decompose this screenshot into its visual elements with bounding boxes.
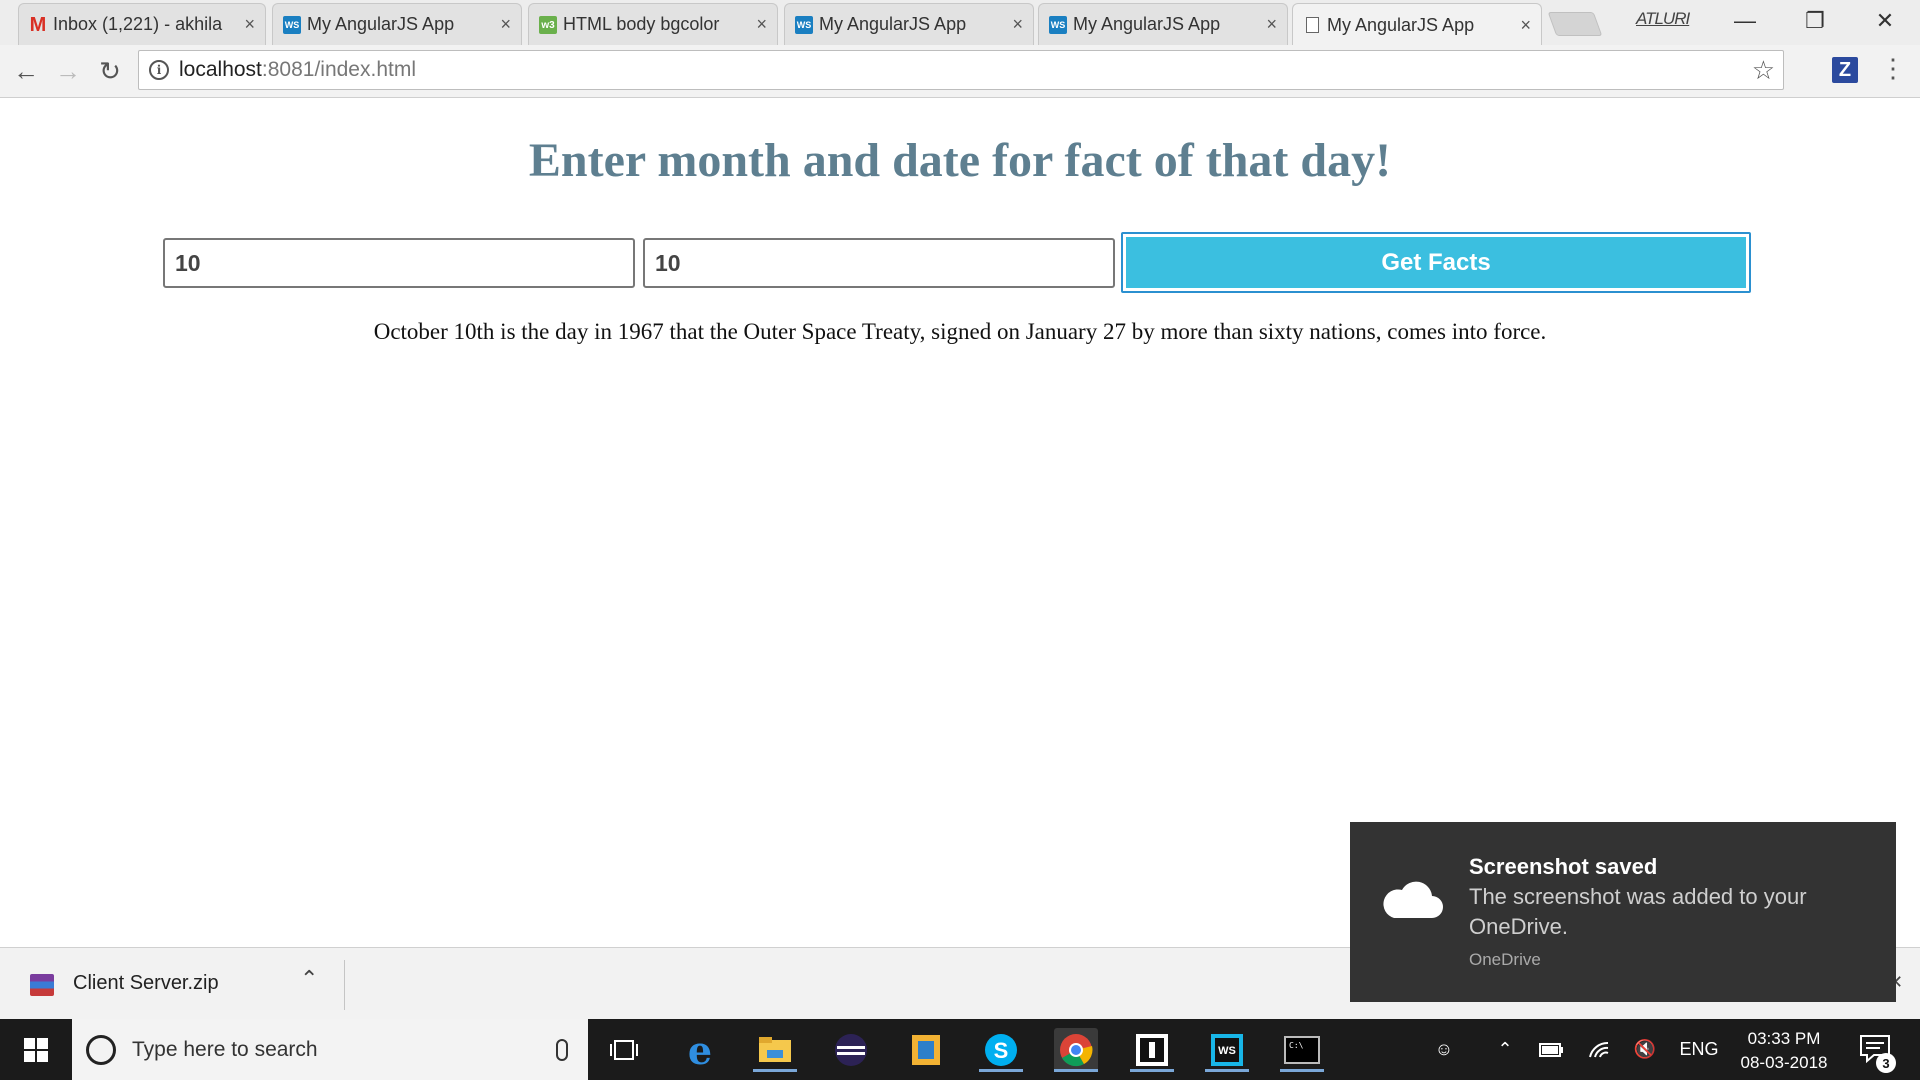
taskbar: Type here to search e S WS C:\ ☺ ⌃ 🔇 ENG… [0,1019,1920,1080]
fact-text: October 10th is the day in 1967 that the… [373,319,1547,344]
task-view-icon[interactable] [602,1028,646,1072]
restore-icon[interactable]: ❐ [1780,0,1850,42]
url-host: localhost [179,58,262,81]
url-path: :8081/index.html [261,58,416,81]
close-icon[interactable]: × [1520,15,1531,36]
intellij-icon[interactable] [1130,1028,1174,1072]
webstorm-icon[interactable]: WS [1205,1028,1249,1072]
skype-icon[interactable]: S [979,1028,1023,1072]
month-input[interactable] [163,238,635,288]
reload-icon[interactable]: ↻ [92,53,128,89]
cloud-icon [1383,881,1443,918]
tab-html-bgcolor[interactable]: w3 HTML body bgcolor × [528,3,778,45]
tab-title: My AngularJS App [307,14,455,34]
new-tab-button[interactable] [1547,12,1603,36]
notification-count-badge: 3 [1876,1053,1896,1073]
winrar-archive-icon [30,974,54,996]
webstorm-icon: WS [283,16,301,34]
close-icon[interactable]: × [500,14,511,35]
cortana-icon [86,1034,116,1065]
address-bar[interactable]: i localhost:8081/index.html ☆ [138,50,1784,90]
window-close-icon[interactable]: ✕ [1850,0,1920,42]
taskbar-search[interactable]: Type here to search [72,1019,588,1080]
system-clock[interactable]: 03:33 PM 08-03-2018 [1724,1027,1844,1075]
windows-icon [24,1037,48,1062]
onedrive-toast[interactable]: Screenshot saved The screenshot was adde… [1350,822,1896,1002]
profile-name[interactable]: ATLURI [1636,9,1690,29]
menu-dots-icon[interactable]: ⋮ [1880,55,1906,81]
eclipse-icon[interactable] [829,1028,873,1072]
minimize-icon[interactable]: — [1710,0,1780,42]
chevron-up-icon[interactable]: ⌃ [300,966,318,992]
file-explorer-icon[interactable] [753,1028,797,1072]
svg-text:WS: WS [1218,1045,1236,1057]
running-indicator [1205,1069,1249,1072]
gmail-icon: M [29,13,47,36]
svg-text:C:\: C:\ [1289,1041,1304,1050]
tab-angular-active[interactable]: My AngularJS App × [1292,3,1542,46]
close-icon[interactable]: × [1266,14,1277,35]
w3schools-icon: w3 [539,16,557,34]
search-placeholder: Type here to search [132,1037,318,1061]
chrome-icon[interactable] [1054,1028,1098,1072]
start-button[interactable] [0,1019,72,1080]
date-input[interactable] [643,238,1115,288]
toast-body: The screenshot was added to your OneDriv… [1469,884,1807,939]
volume-muted-icon[interactable]: 🔇 [1628,1019,1662,1080]
close-icon[interactable]: × [1012,14,1023,35]
tab-angular-2[interactable]: WS My AngularJS App × [784,3,1034,45]
tab-title: HTML body bgcolor [563,14,720,34]
clock-time: 03:33 PM [1747,1029,1821,1048]
toast-title: Screenshot saved [1469,854,1658,879]
get-facts-button[interactable]: Get Facts [1121,232,1751,293]
language-indicator[interactable]: ENG [1674,1019,1724,1080]
running-indicator [979,1069,1023,1072]
divider [344,960,345,1010]
tab-title: My AngularJS App [819,14,967,34]
tab-angular-3[interactable]: WS My AngularJS App × [1038,3,1288,45]
sticky-app-icon[interactable] [904,1028,948,1072]
bookmark-star-icon[interactable]: ☆ [1752,55,1775,86]
tab-title: My AngularJS App [1073,14,1221,34]
people-icon[interactable]: ☺ [1424,1019,1464,1080]
microphone-icon[interactable] [556,1038,568,1061]
tab-strip: M Inbox (1,221) - akhila × WS My Angular… [0,0,1920,46]
tab-gmail[interactable]: M Inbox (1,221) - akhila × [18,3,266,45]
command-prompt-icon[interactable]: C:\ [1280,1028,1324,1072]
battery-icon[interactable] [1534,1019,1568,1080]
clock-date: 08-03-2018 [1740,1053,1828,1072]
document-icon [1303,16,1321,34]
running-indicator [1054,1069,1098,1072]
toast-source: OneDrive [1469,950,1541,969]
svg-text:S: S [994,1038,1009,1063]
forward-icon[interactable]: → [50,53,86,89]
page-content: Enter month and date for fact of that da… [0,99,1920,947]
close-icon[interactable]: × [244,14,255,35]
running-indicator [1280,1069,1324,1072]
wifi-icon[interactable] [1582,1019,1616,1080]
tab-title: My AngularJS App [1327,14,1475,35]
tab-title: Inbox (1,221) - akhila [53,14,223,34]
download-file-name[interactable]: Client Server.zip [73,972,219,995]
chevron-up-icon[interactable]: ⌃ [1488,1019,1522,1080]
back-icon[interactable]: ← [8,53,44,89]
edge-icon[interactable]: e [678,1028,722,1073]
running-indicator [753,1069,797,1072]
page-title: Enter month and date for fact of that da… [528,134,1392,187]
tab-angular-1[interactable]: WS My AngularJS App × [272,3,522,45]
close-icon[interactable]: × [756,14,767,35]
info-icon[interactable]: i [149,60,169,80]
browser-toolbar: ← → ↻ i localhost:8081/index.html ☆ Z ⋮ [0,45,1920,98]
running-indicator [1130,1069,1174,1072]
webstorm-icon: WS [1049,16,1067,34]
extension-z-icon[interactable]: Z [1832,57,1858,83]
webstorm-icon: WS [795,16,813,34]
